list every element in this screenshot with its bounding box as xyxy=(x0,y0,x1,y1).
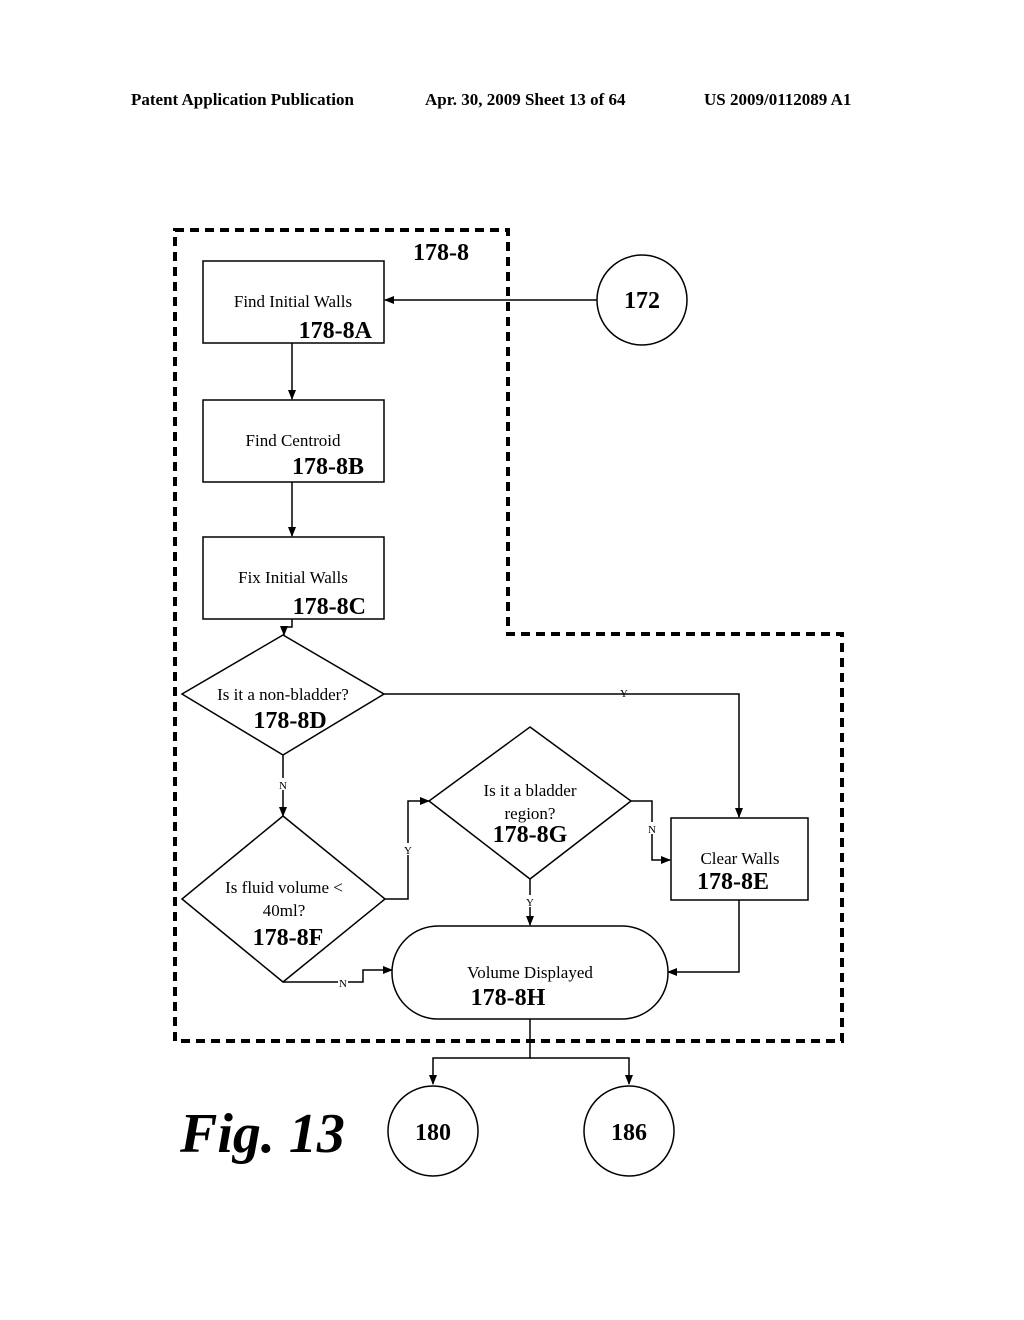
connector-172-ref: 172 xyxy=(624,288,660,314)
process-b-text: Find Centroid xyxy=(246,431,341,450)
edge-h-to-186 xyxy=(530,1057,633,1085)
decision-g-text-line1: Is it a bladder xyxy=(484,781,577,800)
decision-fluid-volume: Is fluid volume < 40ml? 178-8F xyxy=(180,815,387,983)
process-find-initial-walls: Find Initial Walls 178-8A xyxy=(202,260,385,344)
terminal-h-text: Volume Displayed xyxy=(467,963,593,982)
edge-f-no-to-h xyxy=(283,966,393,983)
decision-d-text: Is it a non-bladder? xyxy=(217,685,349,704)
process-e-ref: 178-8E xyxy=(697,869,769,895)
decision-bladder-region: Is it a bladder region? 178-8G xyxy=(427,726,633,880)
decision-d-ref: 178-8D xyxy=(253,708,326,734)
terminal-h-ref: 178-8H xyxy=(471,985,546,1011)
process-find-centroid: Find Centroid 178-8B xyxy=(202,399,385,483)
process-c-text: Fix Initial Walls xyxy=(238,568,348,587)
decision-g-ref: 178-8G xyxy=(493,822,568,848)
process-clear-walls: Clear Walls 178-8E xyxy=(670,817,809,901)
flowchart: 178-8 172 Find Initial Walls 178-8A Find… xyxy=(173,228,844,1177)
figure-label: Fig. 13 xyxy=(179,1103,345,1165)
edge-label-d-yes: Y xyxy=(620,688,628,700)
edge-label-f-no: N xyxy=(339,978,347,990)
connector-186: 186 xyxy=(583,1085,675,1177)
connector-186-ref: 186 xyxy=(611,1120,647,1146)
process-c-ref: 178-8C xyxy=(293,594,366,620)
decision-g-text-line2: region? xyxy=(505,804,556,823)
edge-e-to-h xyxy=(667,900,740,976)
decision-f-text-line1: Is fluid volume < xyxy=(225,878,343,897)
decision-f-text-line2: 40ml? xyxy=(263,901,306,920)
edge-label-g-no: N xyxy=(648,824,656,836)
group-ref: 178-8 xyxy=(413,240,469,266)
terminal-volume-displayed: Volume Displayed 178-8H xyxy=(391,925,669,1020)
edge-label-f-yes: Y xyxy=(404,845,412,857)
process-a-text: Find Initial Walls xyxy=(234,292,352,311)
edge-h-to-180 xyxy=(429,1019,531,1085)
process-e-text: Clear Walls xyxy=(700,849,779,868)
process-fix-initial-walls: Fix Initial Walls 178-8C xyxy=(202,536,385,620)
edge-label-g-yes: Y xyxy=(526,897,534,909)
edge-label-d-no: N xyxy=(279,780,287,792)
connector-180: 180 xyxy=(387,1085,479,1177)
edge-c-to-d xyxy=(280,619,293,636)
decision-non-bladder: Is it a non-bladder? 178-8D xyxy=(180,634,386,756)
connector-180-ref: 180 xyxy=(415,1120,451,1146)
process-b-ref: 178-8B xyxy=(292,454,364,480)
process-a-ref: 178-8A xyxy=(299,318,373,344)
connector-172: 172 xyxy=(596,254,688,346)
decision-f-ref: 178-8F xyxy=(253,925,324,951)
